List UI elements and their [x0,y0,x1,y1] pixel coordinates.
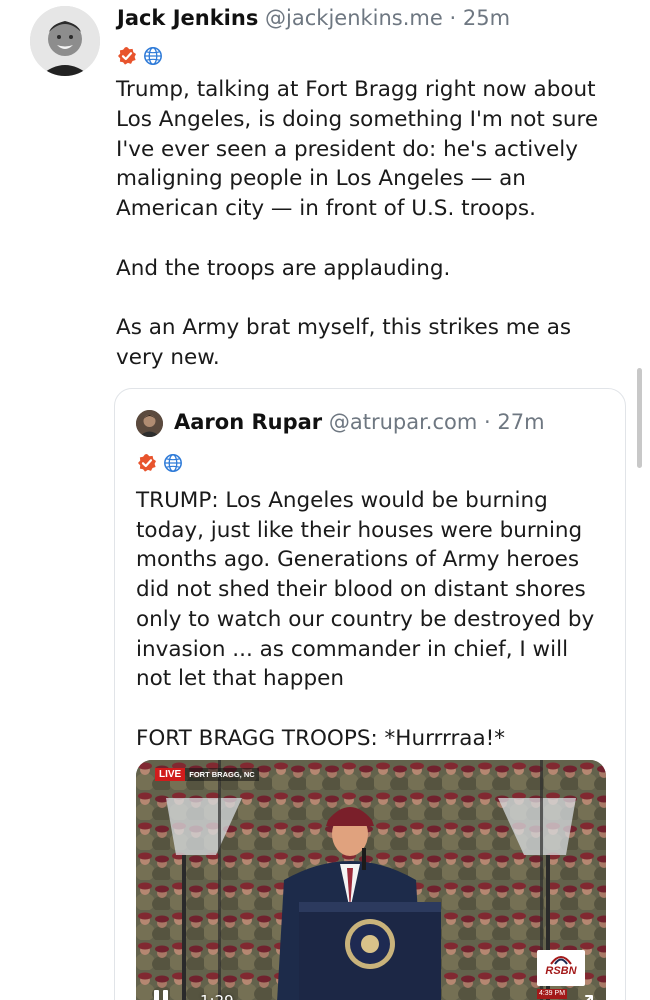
post-line: And the troops are applauding. [116,255,451,281]
post-line: I've ever seen a president do: he's acti… [116,136,578,162]
video-duration: 1:29 [200,991,234,1000]
quote-line: only to watch our country be destroyed b… [136,606,595,632]
quote-author-handle[interactable]: @atrupar.com [329,410,477,434]
quote-body: TRUMP: Los Angeles would be burning toda… [136,486,616,753]
post-line: Los Angeles, is doing something I'm not … [116,106,599,132]
quote-line: today, just like their houses were burni… [136,517,583,543]
post-time[interactable]: 25m [463,6,510,30]
quote-header-separator: · [484,410,491,434]
globe-icon[interactable] [143,46,163,66]
post-line: Trump, talking at Fort Bragg right now a… [116,77,596,102]
post-body: Trump, talking at Fort Bragg right now a… [116,75,626,373]
quote-line: FORT BRAGG TROOPS: *Hurrrraa!* [136,725,506,751]
author-name[interactable]: Jack Jenkins [117,6,258,30]
live-location: FORT BRAGG, NC [189,770,255,779]
author-avatar-image [30,6,100,76]
pause-bar [154,990,159,1000]
check-badge-icon[interactable] [117,46,137,66]
post-line: As an Army brat myself, this strikes me … [116,315,572,341]
network-logo-mark [550,956,572,965]
quote-author-avatar[interactable] [136,410,163,437]
video-player[interactable]: LIVE FORT BRAGG, NC RSBN 4:39 PM 1:29 [136,760,606,1000]
network-logo: RSBN [537,950,585,986]
globe-icon[interactable] [163,453,183,473]
author-badges [117,45,163,67]
expand-icon[interactable] [573,993,595,1000]
pause-icon[interactable] [151,990,171,1000]
network-label: RSBN [545,965,577,977]
video-frame [136,760,606,1000]
check-badge-icon[interactable] [137,453,157,473]
quote-header: Aaron Rupar @atrupar.com · 27m [174,408,545,436]
author-handle[interactable]: @jackjenkins.me [265,6,443,30]
post-line: American city — in front of U.S. troops. [116,196,536,222]
post-header: Jack Jenkins @jackjenkins.me · 25m [117,4,510,32]
quote-author-name[interactable]: Aaron Rupar [174,410,322,434]
live-banner: LIVE FORT BRAGG, NC [155,768,259,781]
post-line: maligning people in Los Angeles — an [116,166,526,192]
quote-line: TRUMP: Los Angeles would be burning [136,488,548,513]
scrollbar-thumb[interactable] [637,368,642,468]
quote-line: months ago. Generations of Army heroes [136,547,580,573]
quote-time[interactable]: 27m [497,410,544,434]
author-avatar[interactable] [30,6,100,76]
pause-bar [163,990,168,1000]
post-line: very new. [116,345,220,371]
header-separator: · [449,6,457,30]
live-tag: LIVE [155,768,186,781]
broadcast-clock: 4:39 PM [537,989,567,999]
quote-line: not let that happen [136,666,344,692]
quoted-post[interactable]: Aaron Rupar @atrupar.com · 27m TRUMP: Lo… [114,388,626,1000]
quote-author-badges [137,453,183,473]
quote-line: invasion ... as commander in chief, I wi… [136,636,569,662]
quote-avatar-image [136,410,163,437]
post: Jack Jenkins @jackjenkins.me · 25m Trump… [0,0,650,1000]
quote-line: did not shed their blood on distant shor… [136,577,586,603]
